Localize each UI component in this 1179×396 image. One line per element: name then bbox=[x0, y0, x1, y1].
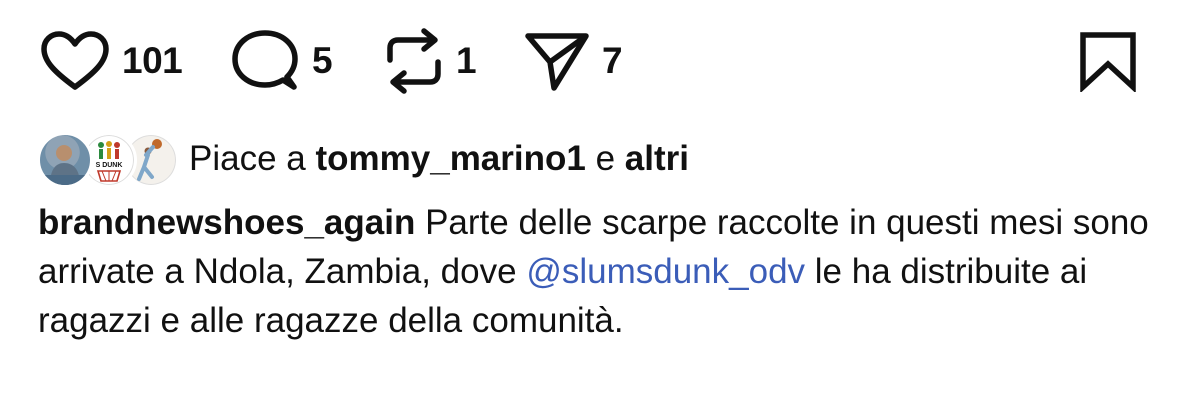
likes-others-link[interactable]: altri bbox=[625, 139, 689, 178]
share-icon bbox=[525, 33, 589, 91]
likes-prefix: Piace a bbox=[189, 139, 306, 178]
likes-summary[interactable]: S DUNK Piace a tommy_marino1 e altri bbox=[37, 128, 689, 190]
like-button[interactable]: 101 bbox=[40, 28, 183, 94]
bookmark-icon bbox=[1080, 32, 1136, 94]
repost-button[interactable]: 1 bbox=[384, 28, 477, 94]
post-caption: brandnewshoes_again Parte delle scarpe r… bbox=[38, 198, 1158, 345]
comment-button[interactable]: 5 bbox=[230, 28, 333, 94]
likes-conjunction: e bbox=[595, 139, 616, 178]
bookmark-button[interactable] bbox=[1078, 30, 1138, 97]
likes-text: Piace a tommy_marino1 e altri bbox=[189, 139, 689, 179]
comment-icon bbox=[232, 30, 298, 90]
heart-icon bbox=[41, 31, 109, 90]
avatar bbox=[37, 132, 93, 188]
repost-count: 1 bbox=[456, 40, 477, 81]
mention-link[interactable]: @slumsdunk_odv bbox=[526, 252, 805, 291]
caption-username[interactable]: brandnewshoes_again bbox=[38, 203, 415, 242]
liker-avatars: S DUNK bbox=[37, 130, 179, 188]
like-count: 101 bbox=[122, 40, 183, 81]
share-button[interactable]: 7 bbox=[524, 28, 623, 94]
logo-text: S DUNK bbox=[96, 162, 123, 169]
repost-icon bbox=[387, 28, 441, 94]
person-photo-icon bbox=[40, 145, 90, 185]
liker-username[interactable]: tommy_marino1 bbox=[315, 139, 585, 178]
comment-count: 5 bbox=[312, 40, 333, 81]
post-action-bar: 101 5 1 7 bbox=[0, 0, 1179, 120]
share-count: 7 bbox=[602, 40, 623, 81]
